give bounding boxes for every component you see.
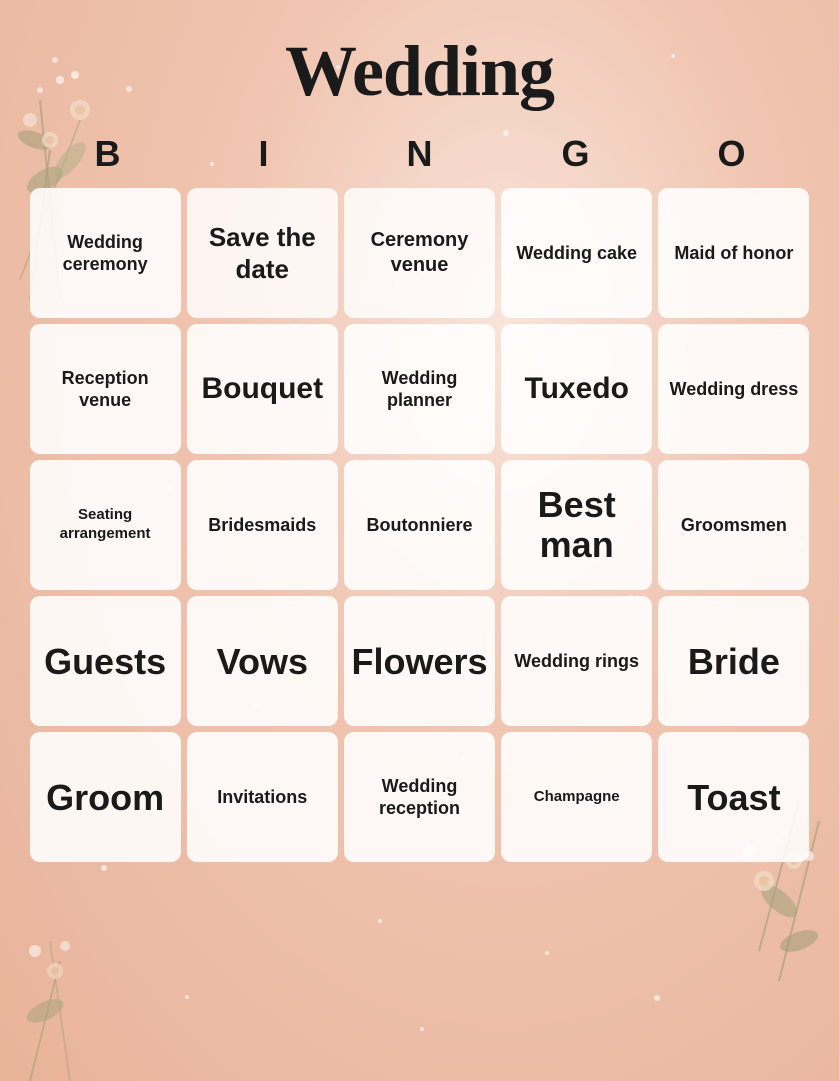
cell-text-20: Groom — [46, 775, 164, 820]
cell-text-3: Wedding cake — [516, 242, 637, 265]
bingo-letter-o: O — [654, 133, 810, 175]
bingo-letter-n: N — [342, 133, 498, 175]
cell-text-7: Wedding planner — [350, 367, 489, 412]
bingo-cell-0[interactable]: Wedding ceremony — [30, 188, 181, 318]
cell-text-8: Tuxedo — [524, 370, 628, 408]
cell-text-21: Invitations — [217, 786, 307, 809]
bingo-cell-4[interactable]: Maid of honor — [658, 188, 809, 318]
bingo-cell-13[interactable]: Best man — [501, 460, 652, 590]
cell-text-9: Wedding dress — [670, 378, 799, 401]
bingo-cell-8[interactable]: Tuxedo — [501, 324, 652, 454]
bingo-grid: Wedding ceremony Save the date Ceremony ve… — [25, 183, 815, 867]
main-container: Wedding BINGO Wedding ceremony Save the d… — [0, 0, 839, 1081]
cell-text-1: Save the date — [193, 221, 332, 286]
bingo-cell-7[interactable]: Wedding planner — [344, 324, 495, 454]
cell-text-10: Seating arrangement — [36, 506, 175, 544]
bingo-cell-9[interactable]: Wedding dress — [658, 324, 809, 454]
bingo-cell-6[interactable]: Bouquet — [187, 324, 338, 454]
cell-text-15: Guests — [44, 639, 166, 684]
cell-text-19: Bride — [688, 639, 780, 684]
bingo-cell-20[interactable]: Groom — [30, 732, 181, 862]
cell-text-13: Best man — [507, 485, 646, 564]
cell-text-14: Groomsmen — [681, 514, 787, 537]
cell-text-23: Champagne — [534, 788, 620, 807]
cell-text-11: Bridesmaids — [208, 514, 316, 537]
bingo-cell-10[interactable]: Seating arrangement — [30, 460, 181, 590]
cell-text-17: Flowers — [351, 639, 487, 684]
cell-text-24: Toast — [687, 775, 780, 820]
bingo-cell-17[interactable]: Flowers — [344, 596, 495, 726]
bingo-cell-1[interactable]: Save the date — [187, 188, 338, 318]
bingo-cell-11[interactable]: Bridesmaids — [187, 460, 338, 590]
bingo-cell-12[interactable]: Boutonniere — [344, 460, 495, 590]
bingo-cell-14[interactable]: Groomsmen — [658, 460, 809, 590]
bingo-board: BINGO Wedding ceremony Save the date Cerem… — [25, 133, 815, 867]
bingo-cell-15[interactable]: Guests — [30, 596, 181, 726]
bingo-letter-b: B — [30, 133, 186, 175]
cell-text-4: Maid of honor — [674, 242, 793, 265]
cell-text-16: Vows — [217, 639, 308, 684]
cell-text-12: Boutonniere — [366, 514, 472, 537]
bingo-letter-i: I — [186, 133, 342, 175]
bingo-cell-5[interactable]: Reception venue — [30, 324, 181, 454]
cell-text-22: Wedding reception — [350, 775, 489, 820]
bingo-cell-19[interactable]: Bride — [658, 596, 809, 726]
cell-text-18: Wedding rings — [514, 650, 639, 673]
cell-text-6: Bouquet — [201, 370, 323, 408]
bingo-letter-g: G — [498, 133, 654, 175]
cell-text-0: Wedding ceremony — [36, 231, 175, 276]
cell-text-2: Ceremony venue — [350, 228, 489, 278]
cell-text-5: Reception venue — [36, 367, 175, 412]
bingo-cell-16[interactable]: Vows — [187, 596, 338, 726]
bingo-cell-3[interactable]: Wedding cake — [501, 188, 652, 318]
bingo-header: BINGO — [25, 133, 815, 175]
bingo-cell-18[interactable]: Wedding rings — [501, 596, 652, 726]
page-title: Wedding — [285, 30, 554, 113]
bingo-cell-24[interactable]: Toast — [658, 732, 809, 862]
bingo-cell-21[interactable]: Invitations — [187, 732, 338, 862]
bingo-cell-23[interactable]: Champagne — [501, 732, 652, 862]
bingo-cell-22[interactable]: Wedding reception — [344, 732, 495, 862]
bingo-cell-2[interactable]: Ceremony venue — [344, 188, 495, 318]
